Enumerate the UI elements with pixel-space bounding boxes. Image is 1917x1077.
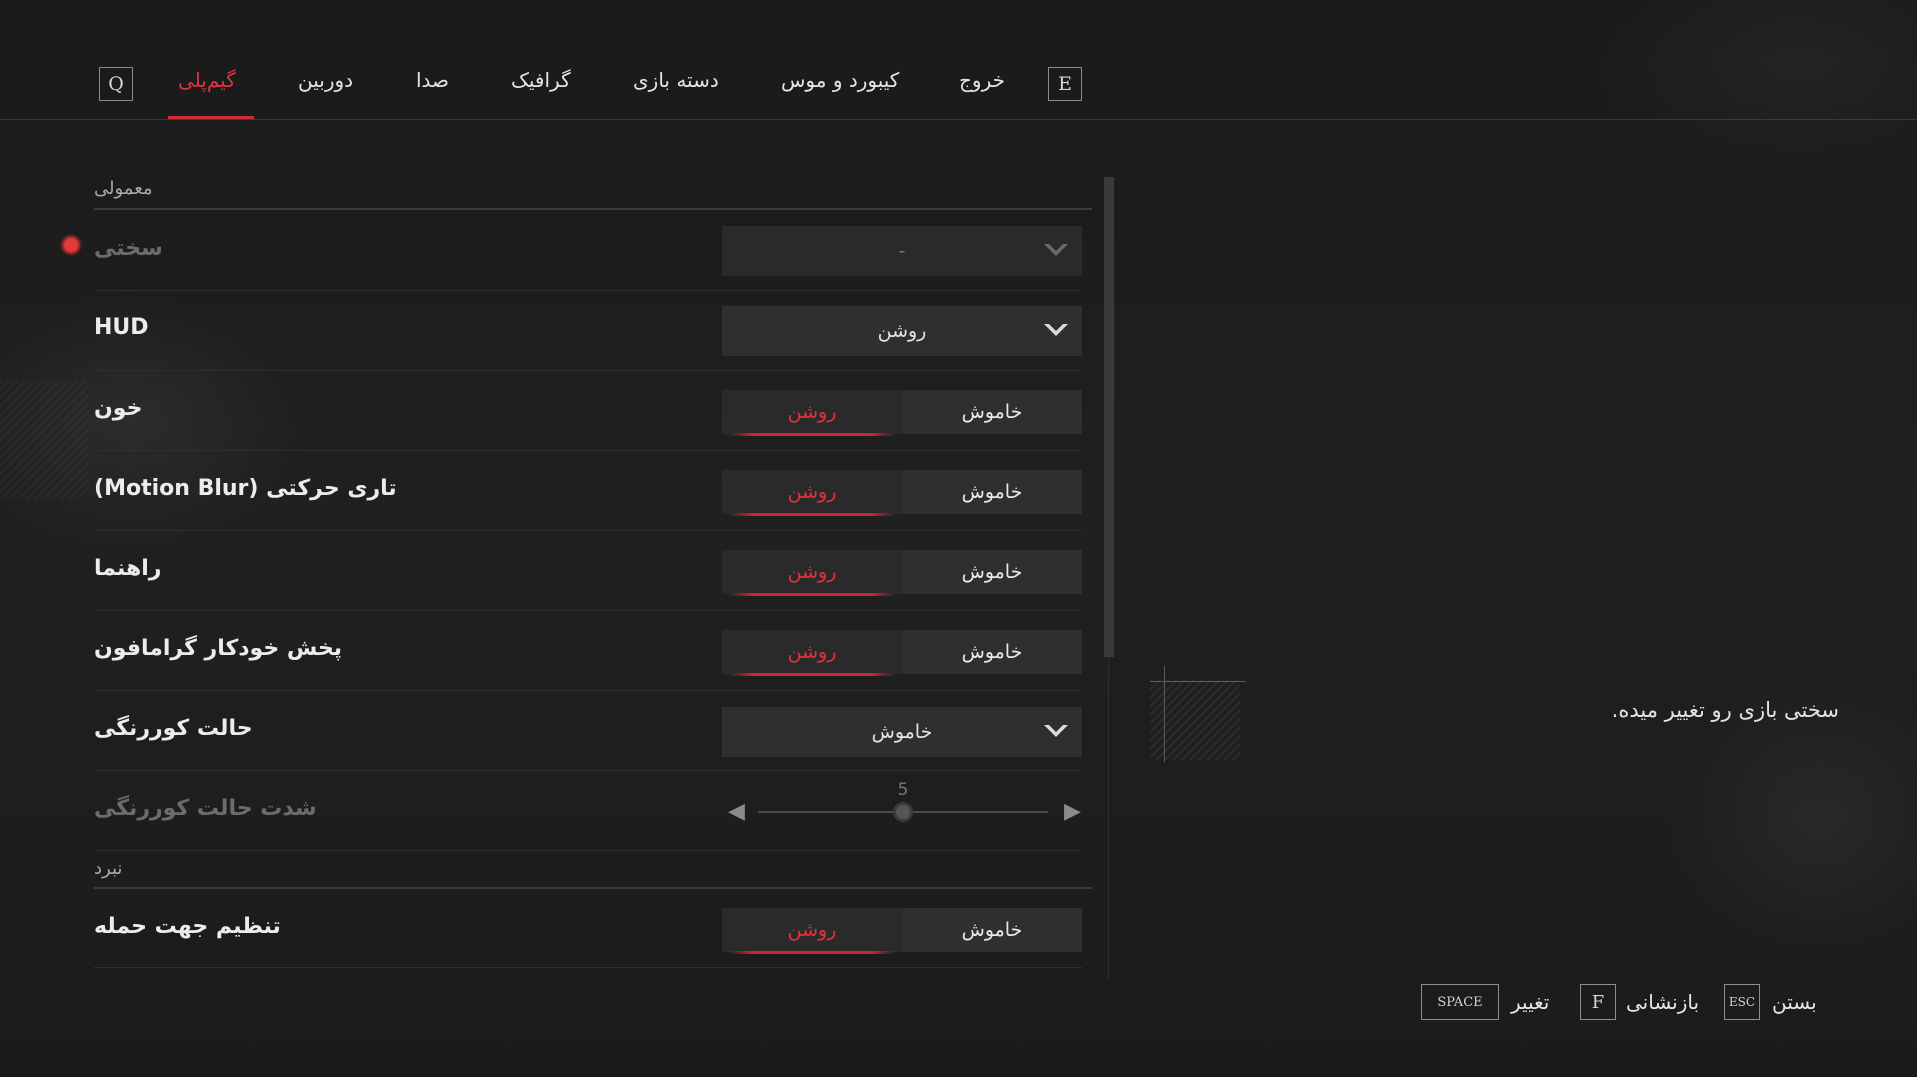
row-divider [94,290,1082,291]
setting-label-colorblind-intensity: شدت حالت کوررنگی [94,796,317,821]
setting-label-colorblind: حالت کوررنگی [94,716,253,741]
setting-label-guide: راهنما [94,556,162,581]
attack-direction-on-option[interactable]: روشن [722,908,902,954]
setting-label-difficulty: سختی [94,236,163,261]
difficulty-value: - [898,240,906,262]
tab-controller[interactable]: دسته بازی [633,68,719,92]
chevron-down-icon [1044,322,1068,336]
hud-value: روشن [877,320,927,342]
chevron-down-icon [1044,242,1068,256]
chevron-down-icon [1044,723,1068,737]
setting-label-gramophone: پخش خودکار گرامافون [94,636,343,661]
guide-off-option[interactable]: خاموش [902,550,1082,594]
row-divider [94,967,1082,968]
next-tab-key[interactable]: E [1048,67,1082,101]
scrollbar-track[interactable] [1108,657,1109,981]
tab-keyboard-mouse[interactable]: کیبورد و موس [781,68,899,92]
section-title-combat: نبرد [94,858,123,879]
gramophone-toggle: روشن خاموش [722,630,1082,676]
slider-value: 5 [897,780,909,800]
tab-camera[interactable]: دوربین [298,68,353,92]
section-divider [94,208,1092,210]
setting-label-attack-direction: تنظیم جهت حمله [94,914,281,939]
blood-toggle: روشن خاموش [722,390,1082,436]
hint-change[interactable]: SPACE تغییر [1421,984,1549,1020]
difficulty-dropdown[interactable]: - [722,226,1082,276]
attack-direction-toggle: روشن خاموش [722,908,1082,954]
section-title-general: معمولی [94,178,153,199]
row-divider [94,770,1082,771]
setting-label-motion-blur: تاری حرکتی (Motion Blur) [94,476,397,501]
hint-change-label: تغییر [1511,990,1550,1014]
gramophone-on-option[interactable]: روشن [722,630,902,676]
hint-reset-label: بازنشانی [1626,990,1700,1014]
hint-reset[interactable]: F بازنشانی [1580,984,1699,1020]
decorative-crosshair [1164,666,1165,762]
guide-on-option[interactable]: روشن [722,550,902,596]
blood-off-option[interactable]: خاموش [902,390,1082,434]
tab-gameplay[interactable]: گیم‌پلی [178,68,236,92]
colorblind-dropdown[interactable]: خاموش [722,707,1082,757]
row-divider [94,370,1082,371]
colorblind-intensity-slider[interactable]: ◀ 5 ▶ [728,780,1081,840]
prev-tab-key[interactable]: Q [99,67,133,101]
guide-toggle: روشن خاموش [722,550,1082,596]
row-divider [94,690,1082,691]
settings-tab-bar: Q گیم‌پلی دوربین صدا گرافیک دسته بازی کی… [0,0,1917,120]
section-divider [94,887,1092,889]
f-key[interactable]: F [1580,984,1616,1020]
hint-close-label: بستن [1772,990,1817,1014]
slider-knob[interactable] [893,802,913,822]
attack-direction-off-option[interactable]: خاموش [902,908,1082,952]
row-divider [94,450,1082,451]
hud-dropdown[interactable]: روشن [722,306,1082,356]
esc-key[interactable]: ESC [1724,984,1760,1020]
colorblind-value: خاموش [871,721,933,743]
arrow-right-icon[interactable]: ▶ [1064,801,1081,823]
setting-description: سختی بازی رو تغییر میده. [1611,698,1839,722]
space-key[interactable]: SPACE [1421,984,1499,1020]
hint-close[interactable]: ESC بستن [1724,984,1817,1020]
row-divider [94,850,1082,851]
row-divider [94,530,1082,531]
motion-blur-on-option[interactable]: روشن [722,470,902,516]
scrollbar-thumb[interactable] [1104,177,1114,657]
row-divider [94,610,1082,611]
setting-label-blood: خون [94,396,143,421]
arrow-left-icon[interactable]: ◀ [728,801,745,823]
motion-blur-off-option[interactable]: خاموش [902,470,1082,514]
blood-on-option[interactable]: روشن [722,390,902,436]
decorative-hatch [0,380,90,500]
tab-audio[interactable]: صدا [416,68,449,92]
selection-marker-icon [60,234,82,256]
setting-label-hud: HUD [94,315,149,340]
tab-graphics[interactable]: گرافیک [511,68,571,92]
tab-bar-divider [0,119,1917,120]
motion-blur-toggle: روشن خاموش [722,470,1082,516]
tab-exit[interactable]: خروج [959,68,1005,92]
gramophone-off-option[interactable]: خاموش [902,630,1082,674]
